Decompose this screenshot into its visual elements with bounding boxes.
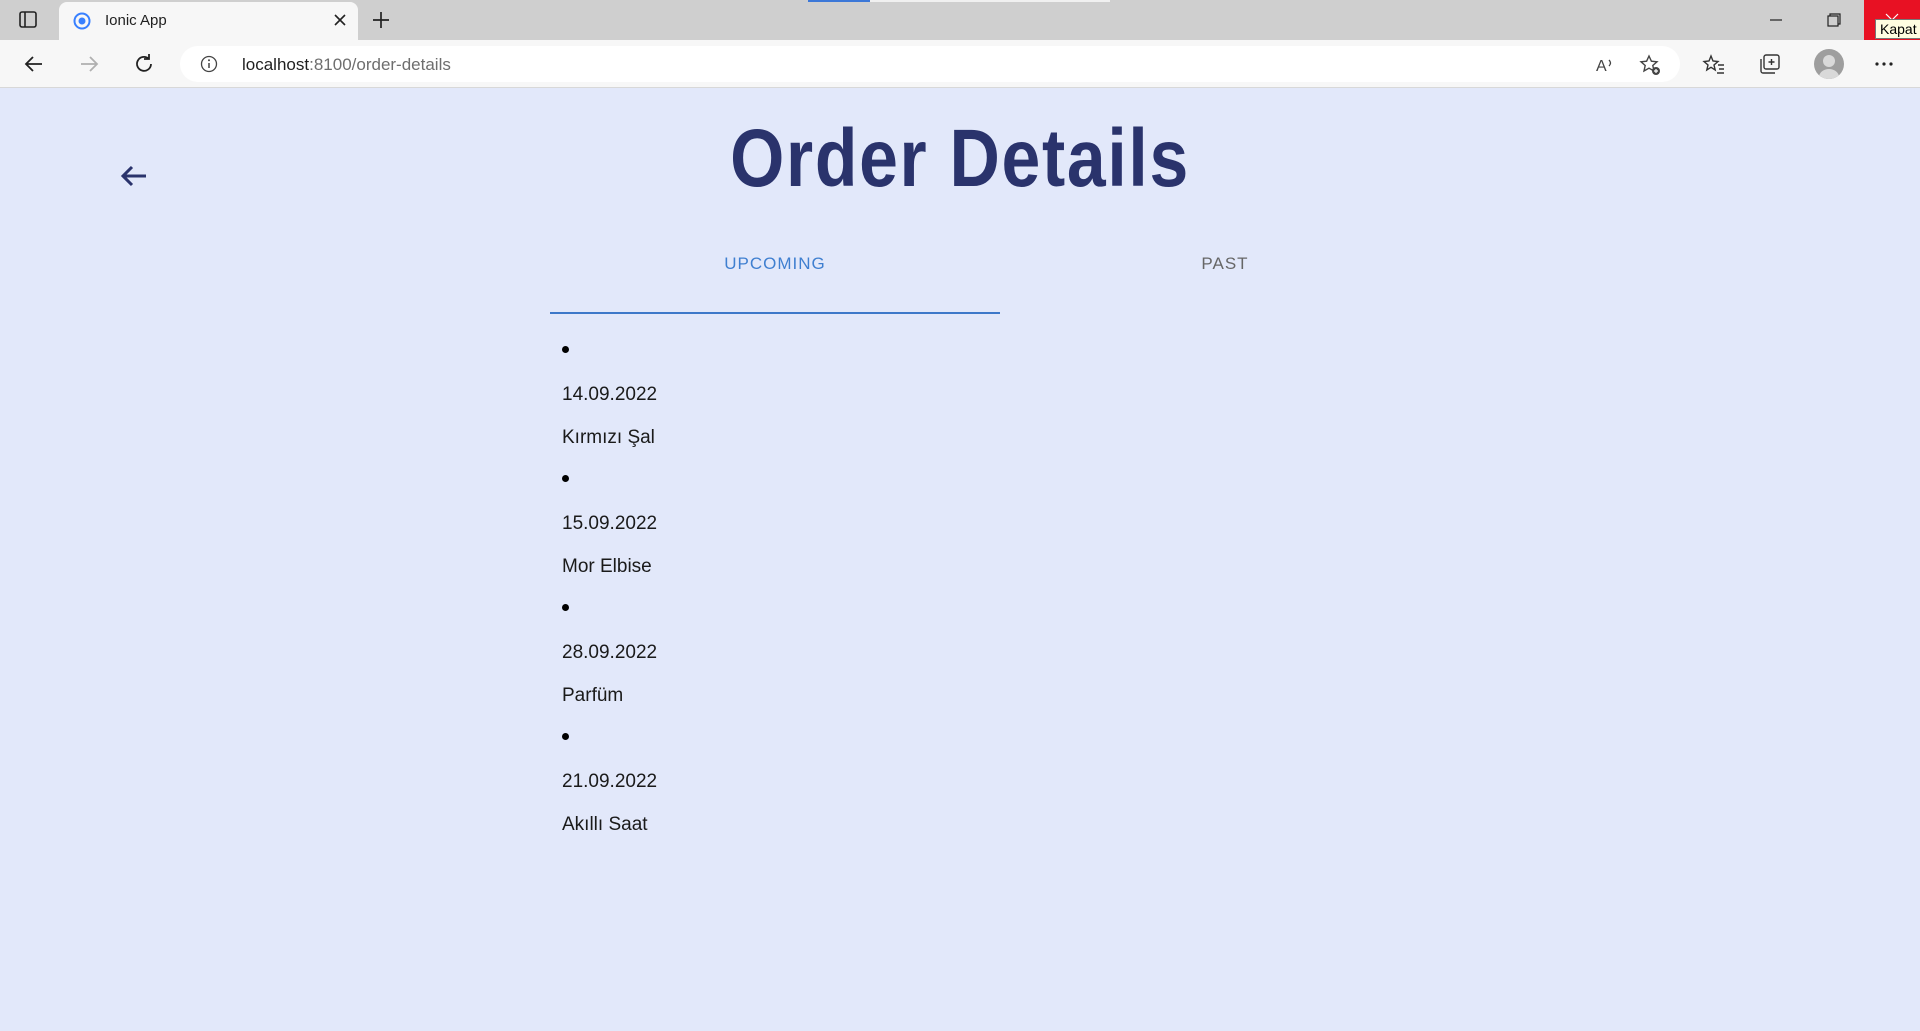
more-icon[interactable] [1872,52,1896,76]
bullet-icon [562,475,569,482]
minimize-icon[interactable] [1748,0,1804,40]
info-icon[interactable] [200,55,218,73]
list-item[interactable]: 21.09.2022 Akıllı Saat [562,723,1062,852]
list-item[interactable]: 14.09.2022 Kırmızı Şal [562,336,1062,465]
avatar-icon[interactable] [1814,49,1844,79]
order-date: 21.09.2022 [562,771,658,792]
page-title: Order Details [730,113,1190,204]
browser-tab[interactable]: Ionic App [59,2,358,40]
order-name: Akıllı Saat [562,814,648,835]
order-list: 14.09.2022 Kırmızı Şal 15.09.2022 Mor El… [562,336,1062,852]
list-item[interactable]: 15.09.2022 Mor Elbise [562,465,1062,594]
star-plus-icon[interactable] [1638,53,1662,77]
tab-actions-icon[interactable] [18,10,40,30]
bullet-icon [562,346,569,353]
refresh-icon[interactable] [130,50,158,78]
order-name: Mor Elbise [562,556,652,577]
collections-icon[interactable] [1758,52,1782,76]
svg-text:A: A [1596,58,1607,75]
tab-title: Ionic App [105,12,167,29]
tab-upcoming[interactable]: UPCOMING [550,240,1000,314]
order-segment: UPCOMING PAST [550,240,1450,314]
restore-icon[interactable] [1806,0,1862,40]
read-aloud-icon[interactable]: A [1594,53,1618,77]
url-host: localhost [242,55,310,74]
arrow-right-icon[interactable] [75,50,103,78]
bullet-icon [562,733,569,740]
address-bar[interactable]: localhost:8100/order-details A [180,46,1680,82]
list-item[interactable]: 28.09.2022 Parfüm [562,594,1062,723]
close-icon[interactable] [332,12,348,28]
url-path: :8100/order-details [309,55,451,74]
loading-indicator [808,0,870,2]
order-date: 28.09.2022 [562,642,658,663]
loading-track [870,0,1110,2]
close-tooltip: Kapat [1875,19,1920,39]
favorites-icon[interactable] [1702,52,1726,76]
order-name: Parfüm [562,685,624,706]
order-date: 15.09.2022 [562,513,658,534]
bullet-icon [562,604,569,611]
browser-tab-strip: Ionic App Kapat [0,0,1920,40]
ionic-favicon-icon [73,12,91,30]
browser-toolbar: localhost:8100/order-details A [0,40,1920,88]
plus-icon[interactable] [370,9,392,31]
arrow-left-icon[interactable] [20,50,48,78]
url-text[interactable]: localhost:8100/order-details [242,55,451,75]
order-date: 14.09.2022 [562,384,658,405]
order-name: Kırmızı Şal [562,427,655,448]
tab-past[interactable]: PAST [1000,240,1450,314]
